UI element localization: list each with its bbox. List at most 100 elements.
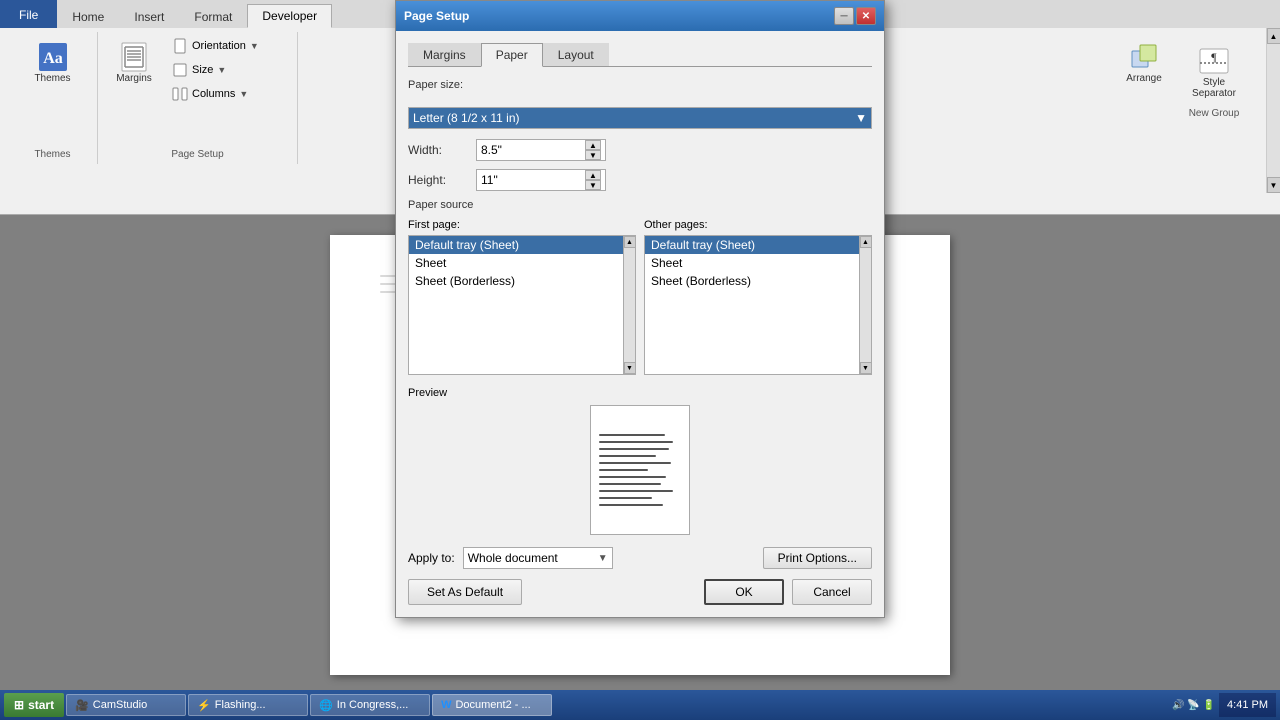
other-pages-item-0[interactable]: Default tray (Sheet) bbox=[645, 236, 859, 254]
themes-buttons: Aa Themes bbox=[27, 36, 79, 89]
size-button[interactable]: Size ▼ bbox=[170, 60, 289, 80]
apply-to-label: Apply to: bbox=[408, 551, 455, 565]
page-setup-buttons: Margins Orientation ▼ Size ▼ bbox=[106, 36, 289, 104]
flashing-icon: ⚡ bbox=[197, 699, 211, 712]
preview-line-6 bbox=[599, 469, 648, 471]
flashing-label: Flashing... bbox=[215, 699, 266, 711]
themes-button[interactable]: Aa Themes bbox=[27, 36, 79, 89]
tab-developer[interactable]: Developer bbox=[247, 4, 332, 28]
start-button[interactable]: ⊞ start bbox=[4, 693, 64, 717]
height-up[interactable]: ▲ bbox=[585, 170, 601, 180]
first-page-list: Default tray (Sheet) Sheet Sheet (Border… bbox=[409, 236, 623, 374]
document-label: Document2 - ... bbox=[455, 699, 530, 711]
paper-source-section: Paper source First page: Default tray (S… bbox=[408, 199, 872, 375]
page-setup-dialog: Page Setup ─ ✕ Margins Paper Layout Pape… bbox=[395, 0, 885, 618]
dialog-minimize-button[interactable]: ─ bbox=[834, 7, 854, 25]
arrange-button[interactable]: Arrange bbox=[1118, 36, 1170, 89]
page-setup-small-buttons: Orientation ▼ Size ▼ Columns bbox=[170, 36, 289, 104]
ribbon-scroll-up[interactable]: ▲ bbox=[1267, 28, 1280, 44]
width-input[interactable]: 8.5" ▲ ▼ bbox=[476, 139, 606, 161]
other-pages-label: Other pages: bbox=[644, 219, 872, 231]
dialog-close-button[interactable]: ✕ bbox=[856, 7, 876, 25]
preview-line-8 bbox=[599, 483, 661, 485]
tab-file[interactable]: File bbox=[0, 0, 57, 28]
taskbar-item-flashing[interactable]: ⚡ Flashing... bbox=[188, 694, 308, 716]
height-row: Height: 11" ▲ ▼ bbox=[408, 169, 872, 191]
taskbar-item-congress[interactable]: 🌐 In Congress,... bbox=[310, 694, 430, 716]
taskbar-right: 🔊 📡 🔋 4:41 PM bbox=[1172, 693, 1276, 717]
document-icon: W bbox=[441, 699, 451, 711]
arrange-label: Arrange bbox=[1126, 73, 1162, 84]
orientation-label: Orientation bbox=[192, 40, 246, 52]
dialog-tabs: Margins Paper Layout bbox=[408, 43, 872, 67]
height-spinners: ▲ ▼ bbox=[585, 170, 601, 190]
preview-label: Preview bbox=[408, 387, 872, 399]
tab-layout[interactable]: Layout bbox=[543, 43, 609, 66]
apply-to-arrow: ▼ bbox=[598, 553, 608, 564]
ribbon-group-page-setup: Margins Orientation ▼ Size ▼ bbox=[98, 32, 298, 164]
preview-line-1 bbox=[599, 434, 665, 436]
taskbar-item-document[interactable]: W Document2 - ... bbox=[432, 694, 552, 716]
width-up[interactable]: ▲ bbox=[585, 140, 601, 150]
columns-dropdown-icon: ▼ bbox=[239, 89, 248, 99]
ribbon-scroll-down[interactable]: ▼ bbox=[1267, 177, 1280, 193]
preview-section: Preview bbox=[408, 387, 872, 535]
cancel-button[interactable]: Cancel bbox=[792, 579, 872, 605]
paper-size-label: Paper size: bbox=[408, 79, 463, 91]
preview-line-7 bbox=[599, 476, 666, 478]
taskbar-item-camstudio[interactable]: 🎥 CamStudio bbox=[66, 694, 186, 716]
orientation-dropdown-icon: ▼ bbox=[250, 41, 259, 51]
paper-source-label: Paper source bbox=[408, 199, 872, 211]
columns-button[interactable]: Columns ▼ bbox=[170, 84, 289, 104]
paper-size-select[interactable]: Letter (8 1/2 x 11 in) ▼ bbox=[408, 107, 872, 129]
taskbar: ⊞ start 🎥 CamStudio ⚡ Flashing... 🌐 In C… bbox=[0, 690, 1280, 720]
height-input[interactable]: 11" ▲ ▼ bbox=[476, 169, 606, 191]
set-as-default-button[interactable]: Set As Default bbox=[408, 579, 522, 605]
first-page-item-1[interactable]: Sheet bbox=[409, 254, 623, 272]
preview-line-9 bbox=[599, 490, 673, 492]
dialog-body: Margins Paper Layout Paper size: Letter … bbox=[396, 31, 884, 617]
paper-size-row: Paper size: bbox=[408, 79, 872, 99]
tab-home[interactable]: Home bbox=[57, 4, 119, 28]
dialog-action-buttons: Set As Default OK Cancel bbox=[408, 579, 872, 605]
tab-paper[interactable]: Paper bbox=[481, 43, 543, 67]
height-down[interactable]: ▼ bbox=[585, 180, 601, 190]
tab-insert[interactable]: Insert bbox=[119, 4, 179, 28]
other-pages-item-2[interactable]: Sheet (Borderless) bbox=[645, 272, 859, 290]
style-separator-button[interactable]: ¶ Style Separator bbox=[1188, 40, 1240, 104]
tab-format[interactable]: Format bbox=[179, 4, 247, 28]
other-pages-scrollbar[interactable]: ▲ ▼ bbox=[859, 236, 871, 374]
ok-button[interactable]: OK bbox=[704, 579, 784, 605]
start-label: start bbox=[28, 698, 54, 712]
first-page-column: First page: Default tray (Sheet) Sheet S… bbox=[408, 219, 636, 375]
height-value: 11" bbox=[481, 173, 498, 187]
preview-line-2 bbox=[599, 441, 673, 443]
size-dropdown-icon: ▼ bbox=[217, 65, 226, 75]
first-page-scroll-up[interactable]: ▲ bbox=[624, 236, 636, 248]
first-page-item-2[interactable]: Sheet (Borderless) bbox=[409, 272, 623, 290]
margins-button[interactable]: Margins bbox=[108, 36, 160, 89]
first-page-scroll-down[interactable]: ▼ bbox=[624, 362, 636, 374]
paper-size-arrow: ▼ bbox=[855, 111, 867, 125]
other-pages-scroll-down[interactable]: ▼ bbox=[860, 362, 872, 374]
first-page-scrollbar[interactable]: ▲ ▼ bbox=[623, 236, 635, 374]
congress-icon: 🌐 bbox=[319, 699, 333, 712]
apply-to-value: Whole document bbox=[468, 551, 558, 565]
width-down[interactable]: ▼ bbox=[585, 150, 601, 160]
preview-container bbox=[408, 405, 872, 535]
developer-group: Arrange ¶ Style Separator New Group bbox=[1106, 28, 1250, 193]
other-pages-column: Other pages: Default tray (Sheet) Sheet … bbox=[644, 219, 872, 375]
apply-to-select[interactable]: Whole document ▼ bbox=[463, 547, 613, 569]
first-page-item-0[interactable]: Default tray (Sheet) bbox=[409, 236, 623, 254]
preview-line-5 bbox=[599, 462, 671, 464]
columns-label: Columns bbox=[192, 88, 235, 100]
tab-margins[interactable]: Margins bbox=[408, 43, 481, 66]
print-options-button[interactable]: Print Options... bbox=[763, 547, 872, 569]
other-pages-item-1[interactable]: Sheet bbox=[645, 254, 859, 272]
notification-icons: 🔊 📡 🔋 bbox=[1172, 700, 1215, 711]
orientation-button[interactable]: Orientation ▼ bbox=[170, 36, 289, 56]
style-separator-group: ¶ Style Separator New Group bbox=[1186, 36, 1242, 119]
width-spinners: ▲ ▼ bbox=[585, 140, 601, 160]
other-pages-scroll-up[interactable]: ▲ bbox=[860, 236, 872, 248]
dialog-title: Page Setup bbox=[404, 9, 469, 23]
